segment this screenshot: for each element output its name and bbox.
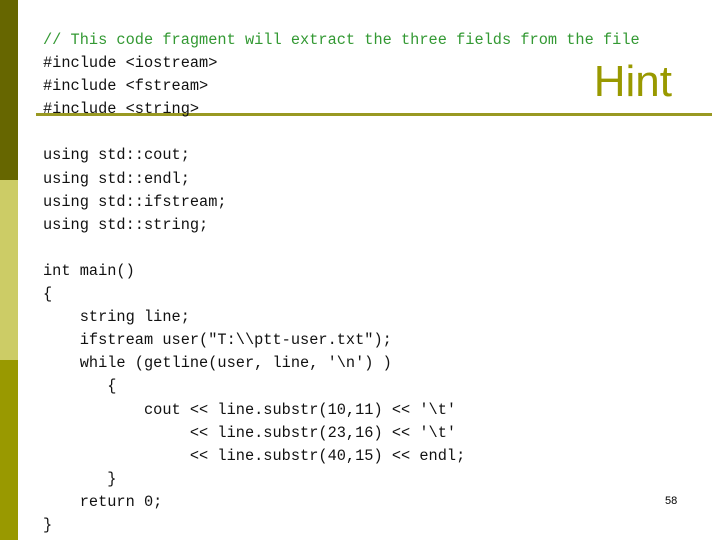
code-line: int main() — [43, 261, 135, 280]
code-block: // This code fragment will extract the t… — [43, 29, 640, 537]
code-line: #include <string> — [43, 100, 200, 119]
code-line: cout << line.substr(10,11) << '\t' — [43, 400, 457, 419]
code-comment: // This code fragment will extract the t… — [43, 31, 640, 49]
code-line: using std::endl; — [43, 169, 190, 188]
code-line: << line.substr(23,16) << '\t' — [43, 423, 457, 442]
code-line: using std::cout; — [43, 146, 190, 165]
code-line: } — [43, 469, 117, 488]
code-line: string line; — [43, 308, 190, 327]
page-number: 58 — [665, 495, 678, 507]
code-line: #include <iostream> — [43, 54, 218, 73]
code-line: { — [43, 285, 53, 304]
code-line: { — [43, 377, 117, 396]
sidebar-band-bottom — [0, 360, 18, 540]
code-line: #include <fstream> — [43, 77, 209, 96]
code-line: } — [43, 515, 53, 534]
code-line: while (getline(user, line, '\n') ) — [43, 354, 392, 373]
code-line: << line.substr(40,15) << endl; — [43, 446, 466, 465]
code-line: using std::ifstream; — [43, 192, 227, 211]
code-line: return 0; — [43, 492, 163, 511]
code-line: using std::string; — [43, 215, 209, 234]
sidebar-band-middle — [0, 180, 18, 360]
code-line: ifstream user("T:\\ptt-user.txt"); — [43, 331, 392, 350]
sidebar-band-top — [0, 0, 18, 180]
